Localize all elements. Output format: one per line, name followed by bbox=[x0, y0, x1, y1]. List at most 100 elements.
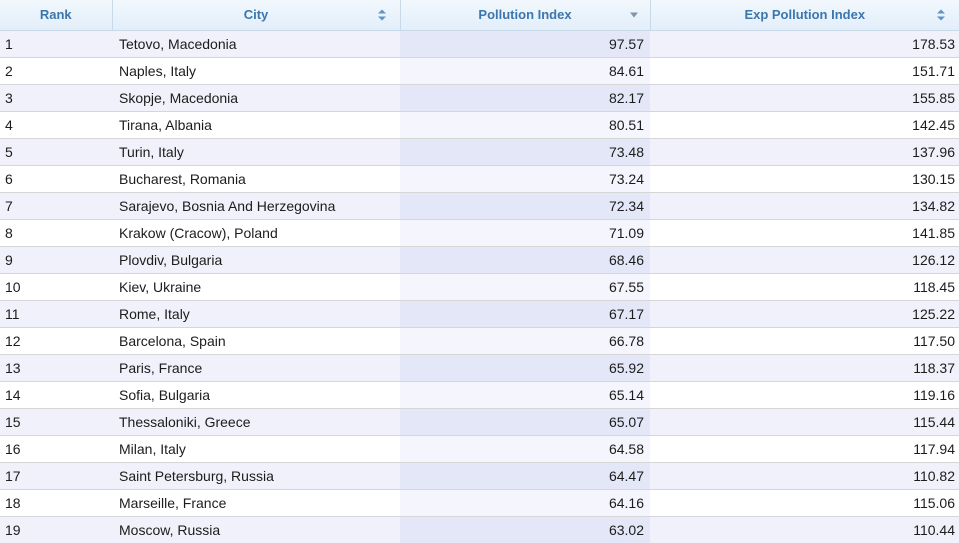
city-cell: Moscow, Russia bbox=[112, 516, 400, 543]
table-row: 10 Kiev, Ukraine 67.55 118.45 bbox=[0, 273, 959, 300]
city-cell: Krakow (Cracow), Poland bbox=[112, 219, 400, 246]
city-cell: Plovdiv, Bulgaria bbox=[112, 246, 400, 273]
table-row: 17 Saint Petersburg, Russia 64.47 110.82 bbox=[0, 462, 959, 489]
pollution-index-cell: 67.55 bbox=[400, 273, 650, 300]
col-header-city-label: City bbox=[244, 7, 269, 22]
pollution-index-cell: 65.07 bbox=[400, 408, 650, 435]
table-row: 14 Sofia, Bulgaria 65.14 119.16 bbox=[0, 381, 959, 408]
col-header-rank[interactable]: Rank bbox=[0, 0, 112, 30]
city-cell: Barcelona, Spain bbox=[112, 327, 400, 354]
city-cell: Saint Petersburg, Russia bbox=[112, 462, 400, 489]
table-row: 8 Krakow (Cracow), Poland 71.09 141.85 bbox=[0, 219, 959, 246]
exp-pollution-index-cell: 110.82 bbox=[650, 462, 959, 489]
sort-both-icon bbox=[937, 8, 945, 21]
exp-pollution-index-cell: 141.85 bbox=[650, 219, 959, 246]
city-cell: Marseille, France bbox=[112, 489, 400, 516]
pollution-index-cell: 82.17 bbox=[400, 84, 650, 111]
rank-cell: 5 bbox=[0, 138, 112, 165]
rank-cell: 10 bbox=[0, 273, 112, 300]
pollution-index-cell: 72.34 bbox=[400, 192, 650, 219]
pollution-index-cell: 84.61 bbox=[400, 57, 650, 84]
rank-cell: 18 bbox=[0, 489, 112, 516]
city-cell: Turin, Italy bbox=[112, 138, 400, 165]
exp-pollution-index-cell: 142.45 bbox=[650, 111, 959, 138]
city-cell: Paris, France bbox=[112, 354, 400, 381]
table-row: 4 Tirana, Albania 80.51 142.45 bbox=[0, 111, 959, 138]
table-row: 1 Tetovo, Macedonia 97.57 178.53 bbox=[0, 30, 959, 57]
pollution-index-cell: 97.57 bbox=[400, 30, 650, 57]
rank-cell: 6 bbox=[0, 165, 112, 192]
table-row: 2 Naples, Italy 84.61 151.71 bbox=[0, 57, 959, 84]
city-cell: Kiev, Ukraine bbox=[112, 273, 400, 300]
city-cell: Tirana, Albania bbox=[112, 111, 400, 138]
sort-both-icon bbox=[378, 8, 386, 21]
col-header-pollution-index[interactable]: Pollution Index bbox=[400, 0, 650, 30]
city-cell: Thessaloniki, Greece bbox=[112, 408, 400, 435]
rank-cell: 17 bbox=[0, 462, 112, 489]
rank-cell: 16 bbox=[0, 435, 112, 462]
col-header-exp-pollution-index[interactable]: Exp Pollution Index bbox=[650, 0, 959, 30]
exp-pollution-index-cell: 130.15 bbox=[650, 165, 959, 192]
exp-pollution-index-cell: 119.16 bbox=[650, 381, 959, 408]
table-row: 3 Skopje, Macedonia 82.17 155.85 bbox=[0, 84, 959, 111]
table-row: 5 Turin, Italy 73.48 137.96 bbox=[0, 138, 959, 165]
pollution-index-cell: 80.51 bbox=[400, 111, 650, 138]
col-header-city[interactable]: City bbox=[112, 0, 400, 30]
exp-pollution-index-cell: 115.44 bbox=[650, 408, 959, 435]
exp-pollution-index-cell: 118.45 bbox=[650, 273, 959, 300]
table-row: 11 Rome, Italy 67.17 125.22 bbox=[0, 300, 959, 327]
exp-pollution-index-cell: 117.50 bbox=[650, 327, 959, 354]
pollution-index-cell: 65.92 bbox=[400, 354, 650, 381]
table-row: 19 Moscow, Russia 63.02 110.44 bbox=[0, 516, 959, 543]
pollution-index-cell: 66.78 bbox=[400, 327, 650, 354]
table-row: 9 Plovdiv, Bulgaria 68.46 126.12 bbox=[0, 246, 959, 273]
sort-desc-icon bbox=[630, 12, 638, 17]
rank-cell: 13 bbox=[0, 354, 112, 381]
pollution-index-cell: 65.14 bbox=[400, 381, 650, 408]
rank-cell: 3 bbox=[0, 84, 112, 111]
pollution-index-cell: 64.16 bbox=[400, 489, 650, 516]
table-row: 12 Barcelona, Spain 66.78 117.50 bbox=[0, 327, 959, 354]
rank-cell: 8 bbox=[0, 219, 112, 246]
city-cell: Rome, Italy bbox=[112, 300, 400, 327]
table-body: 1 Tetovo, Macedonia 97.57 178.53 2 Naple… bbox=[0, 30, 959, 543]
rank-cell: 12 bbox=[0, 327, 112, 354]
exp-pollution-index-cell: 126.12 bbox=[650, 246, 959, 273]
pollution-index-cell: 73.24 bbox=[400, 165, 650, 192]
pollution-index-cell: 63.02 bbox=[400, 516, 650, 543]
pollution-index-cell: 68.46 bbox=[400, 246, 650, 273]
city-cell: Naples, Italy bbox=[112, 57, 400, 84]
rank-cell: 9 bbox=[0, 246, 112, 273]
table-row: 16 Milan, Italy 64.58 117.94 bbox=[0, 435, 959, 462]
rank-cell: 1 bbox=[0, 30, 112, 57]
pollution-index-cell: 64.47 bbox=[400, 462, 650, 489]
table-row: 18 Marseille, France 64.16 115.06 bbox=[0, 489, 959, 516]
city-cell: Milan, Italy bbox=[112, 435, 400, 462]
city-cell: Sarajevo, Bosnia And Herzegovina bbox=[112, 192, 400, 219]
exp-pollution-index-cell: 115.06 bbox=[650, 489, 959, 516]
table-row: 13 Paris, France 65.92 118.37 bbox=[0, 354, 959, 381]
city-cell: Skopje, Macedonia bbox=[112, 84, 400, 111]
col-header-exp-pollution-index-label: Exp Pollution Index bbox=[744, 7, 865, 22]
rank-cell: 2 bbox=[0, 57, 112, 84]
city-cell: Sofia, Bulgaria bbox=[112, 381, 400, 408]
exp-pollution-index-cell: 134.82 bbox=[650, 192, 959, 219]
table-row: 7 Sarajevo, Bosnia And Herzegovina 72.34… bbox=[0, 192, 959, 219]
pollution-index-cell: 73.48 bbox=[400, 138, 650, 165]
rank-cell: 7 bbox=[0, 192, 112, 219]
pollution-index-cell: 67.17 bbox=[400, 300, 650, 327]
pollution-index-cell: 64.58 bbox=[400, 435, 650, 462]
exp-pollution-index-cell: 137.96 bbox=[650, 138, 959, 165]
exp-pollution-index-cell: 125.22 bbox=[650, 300, 959, 327]
exp-pollution-index-cell: 151.71 bbox=[650, 57, 959, 84]
table-row: 15 Thessaloniki, Greece 65.07 115.44 bbox=[0, 408, 959, 435]
rank-cell: 14 bbox=[0, 381, 112, 408]
rank-cell: 11 bbox=[0, 300, 112, 327]
exp-pollution-index-cell: 155.85 bbox=[650, 84, 959, 111]
exp-pollution-index-cell: 178.53 bbox=[650, 30, 959, 57]
pollution-index-table: Rank City Pollution Index Exp Pollution … bbox=[0, 0, 959, 543]
rank-cell: 19 bbox=[0, 516, 112, 543]
rank-cell: 15 bbox=[0, 408, 112, 435]
exp-pollution-index-cell: 118.37 bbox=[650, 354, 959, 381]
col-header-pollution-index-label: Pollution Index bbox=[478, 7, 571, 22]
